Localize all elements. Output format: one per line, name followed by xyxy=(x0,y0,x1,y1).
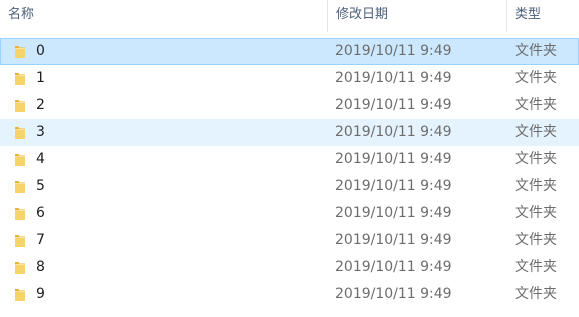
file-type: 文件夹 xyxy=(515,178,557,194)
folder-icon xyxy=(14,125,26,140)
file-type: 文件夹 xyxy=(515,232,557,248)
file-list: 0 2019/10/11 9:49 文件夹 1 2019/10/11 9:49 文件夹 2 2… xyxy=(0,38,579,308)
file-row[interactable]: 9 2019/10/11 9:49 文件夹 xyxy=(0,281,579,308)
file-name: 2 xyxy=(36,97,45,113)
folder-icon xyxy=(14,98,26,113)
file-name: 0 xyxy=(36,43,45,59)
column-header-bar: 名称 ^ 修改日期 类型 xyxy=(0,0,579,32)
file-name: 8 xyxy=(36,259,45,275)
file-date-modified: 2019/10/11 9:49 xyxy=(335,178,452,194)
file-date-modified: 2019/10/11 9:49 xyxy=(335,151,452,167)
file-name: 1 xyxy=(36,70,45,86)
file-date-modified: 2019/10/11 9:49 xyxy=(335,259,452,275)
file-date-modified: 2019/10/11 9:49 xyxy=(335,97,452,113)
column-header-date-modified[interactable]: 修改日期 xyxy=(327,0,506,32)
file-date-modified: 2019/10/11 9:49 xyxy=(335,43,452,59)
sort-ascending-icon: ^ xyxy=(159,0,169,7)
folder-icon xyxy=(14,287,26,302)
file-date-modified: 2019/10/11 9:49 xyxy=(335,232,452,248)
column-header-name-label: 名称 xyxy=(8,7,35,22)
column-header-type[interactable]: 类型 xyxy=(506,0,579,32)
folder-icon xyxy=(14,152,26,167)
file-date-modified: 2019/10/11 9:49 xyxy=(335,70,452,86)
file-row[interactable]: 0 2019/10/11 9:49 文件夹 xyxy=(0,38,579,65)
file-type: 文件夹 xyxy=(515,205,557,221)
folder-icon xyxy=(14,44,26,59)
folder-icon xyxy=(14,233,26,248)
folder-icon xyxy=(14,179,26,194)
file-name: 4 xyxy=(36,151,45,167)
file-row[interactable]: 3 2019/10/11 9:49 文件夹 xyxy=(0,119,579,146)
column-header-type-label: 类型 xyxy=(515,7,542,22)
file-type: 文件夹 xyxy=(515,97,557,113)
file-date-modified: 2019/10/11 9:49 xyxy=(335,205,452,221)
folder-icon xyxy=(14,206,26,221)
file-name: 3 xyxy=(36,124,45,140)
file-row[interactable]: 6 2019/10/11 9:49 文件夹 xyxy=(0,200,579,227)
file-type: 文件夹 xyxy=(515,286,557,302)
file-row[interactable]: 7 2019/10/11 9:49 文件夹 xyxy=(0,227,579,254)
file-type: 文件夹 xyxy=(515,124,557,140)
file-name: 9 xyxy=(36,286,45,302)
file-type: 文件夹 xyxy=(515,70,557,86)
file-row[interactable]: 1 2019/10/11 9:49 文件夹 xyxy=(0,65,579,92)
column-header-date-label: 修改日期 xyxy=(336,7,389,22)
file-name: 5 xyxy=(36,178,45,194)
file-name: 7 xyxy=(36,232,45,248)
file-type: 文件夹 xyxy=(515,259,557,275)
file-row[interactable]: 4 2019/10/11 9:49 文件夹 xyxy=(0,146,579,173)
folder-icon xyxy=(14,260,26,275)
file-type: 文件夹 xyxy=(515,151,557,167)
folder-icon xyxy=(14,71,26,86)
file-row[interactable]: 2 2019/10/11 9:49 文件夹 xyxy=(0,92,579,119)
file-row[interactable]: 5 2019/10/11 9:49 文件夹 xyxy=(0,173,579,200)
file-row[interactable]: 8 2019/10/11 9:49 文件夹 xyxy=(0,254,579,281)
file-date-modified: 2019/10/11 9:49 xyxy=(335,124,452,140)
file-name: 6 xyxy=(36,205,45,221)
file-type: 文件夹 xyxy=(515,43,557,59)
file-date-modified: 2019/10/11 9:49 xyxy=(335,286,452,302)
